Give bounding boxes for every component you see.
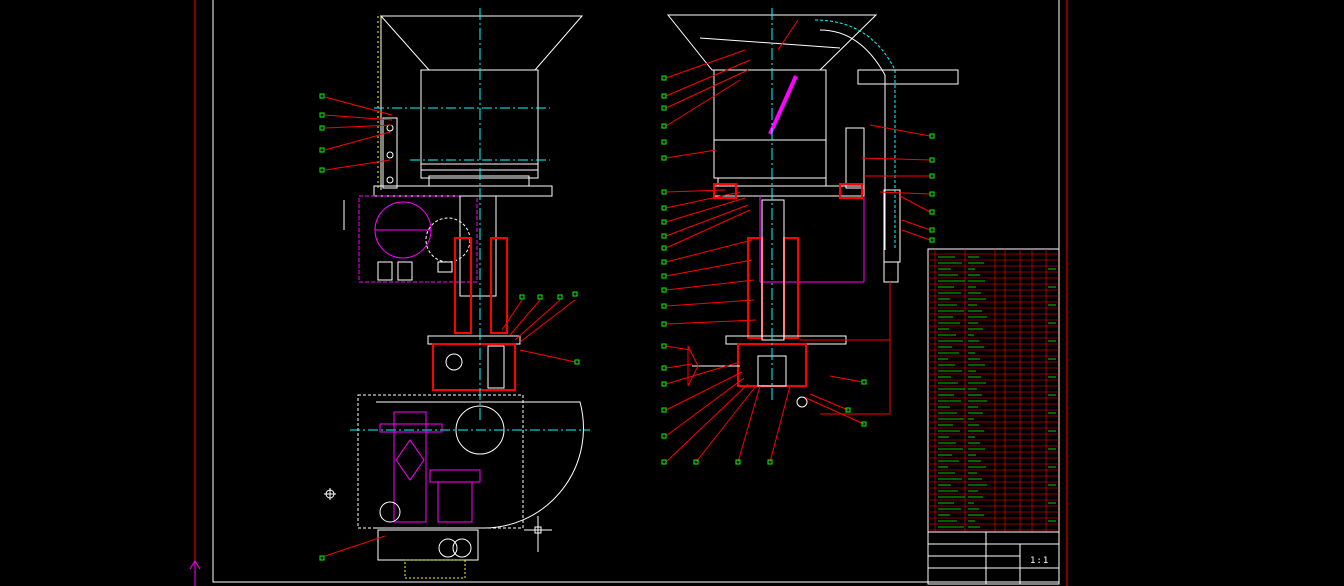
left-elevation-view: [343, 8, 590, 579]
center-mark-icon: [324, 488, 336, 500]
drawing-scale-label: 1:1: [1030, 556, 1050, 566]
sheet-frame: [194, 0, 1068, 586]
right-elevation-view: [666, 8, 959, 415]
bill-of-materials-table: [927, 248, 1060, 585]
cad-drawing-canvas[interactable]: [0, 0, 1344, 586]
crosshair-cursor-icon: [524, 516, 552, 552]
ucs-axis-icon: [189, 560, 201, 586]
